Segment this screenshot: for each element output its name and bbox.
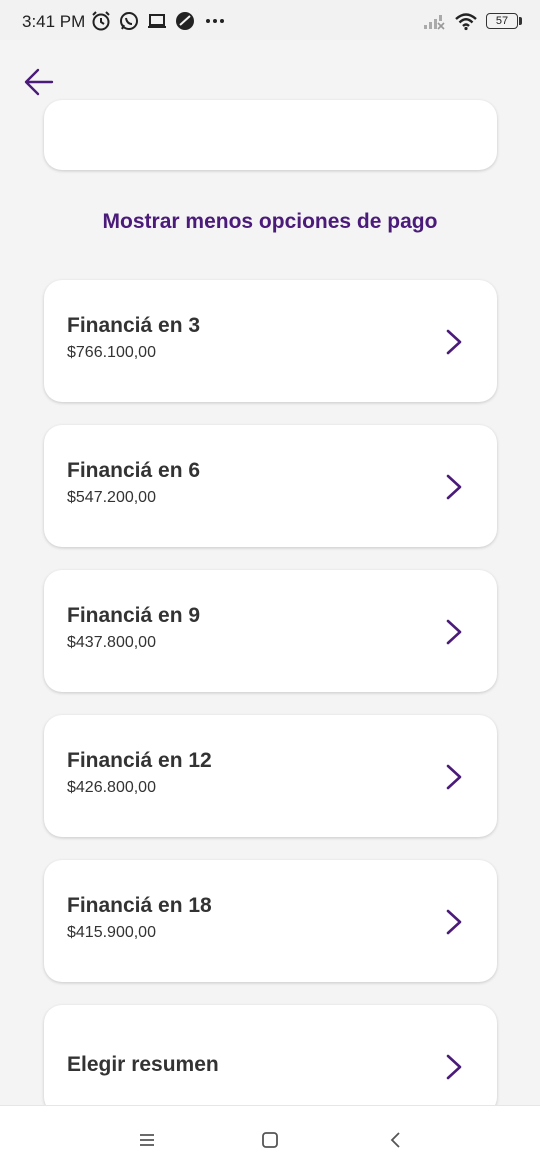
installment-option-18[interactable]: Financiá en 18 $415.900,00 (44, 860, 497, 982)
status-icons-left (90, 10, 228, 32)
installment-option-9[interactable]: Financiá en 9 $437.800,00 (44, 570, 497, 692)
option-amount: $766.100,00 (67, 344, 156, 361)
option-title: Financiá en 12 (67, 749, 212, 772)
home-icon[interactable] (258, 1128, 282, 1152)
status-bar: 3:41 PM 57 (0, 0, 540, 40)
show-less-options-link[interactable]: Mostrar menos opciones de pago (0, 210, 540, 234)
chevron-right-icon (446, 1054, 462, 1080)
app-icon (176, 12, 194, 30)
chevron-right-icon (446, 764, 462, 790)
battery-icon: 57 (486, 13, 522, 29)
chevron-right-icon (446, 909, 462, 935)
option-amount: $437.800,00 (67, 634, 156, 651)
arrow-left-icon[interactable] (18, 62, 58, 102)
option-title: Elegir resumen (67, 1053, 219, 1076)
system-nav-bar (0, 1105, 540, 1171)
option-amount: $415.900,00 (67, 924, 156, 941)
menu-icon[interactable] (135, 1128, 159, 1152)
status-time: 3:41 PM (22, 12, 86, 31)
chevron-right-icon (446, 619, 462, 645)
option-title: Financiá en 3 (67, 314, 201, 337)
chevron-right-icon (446, 329, 462, 355)
more-dots-icon (206, 19, 224, 23)
installment-option-6[interactable]: Financiá en 6 $547.200,00 (44, 425, 497, 547)
installment-option-12[interactable]: Financiá en 12 $426.800,00 (44, 715, 497, 837)
whatsapp-icon (120, 12, 138, 30)
alarm-icon (92, 11, 110, 31)
option-amount: $547.200,00 (67, 489, 156, 506)
wifi-icon (455, 13, 477, 31)
option-title: Financiá en 9 (67, 604, 201, 627)
back-icon[interactable] (384, 1128, 408, 1152)
status-icons-right: 57 (422, 10, 522, 32)
option-title: Financiá en 6 (67, 459, 201, 482)
signal-off-icon (424, 15, 445, 30)
choose-statement-option[interactable]: Elegir resumen (44, 1005, 497, 1115)
previous-option-card[interactable] (44, 100, 497, 170)
installment-option-3[interactable]: Financiá en 3 $766.100,00 (44, 280, 497, 402)
option-amount: $426.800,00 (67, 779, 156, 796)
option-title: Financiá en 18 (67, 894, 212, 917)
chevron-right-icon (446, 474, 462, 500)
laptop-icon (148, 14, 166, 28)
